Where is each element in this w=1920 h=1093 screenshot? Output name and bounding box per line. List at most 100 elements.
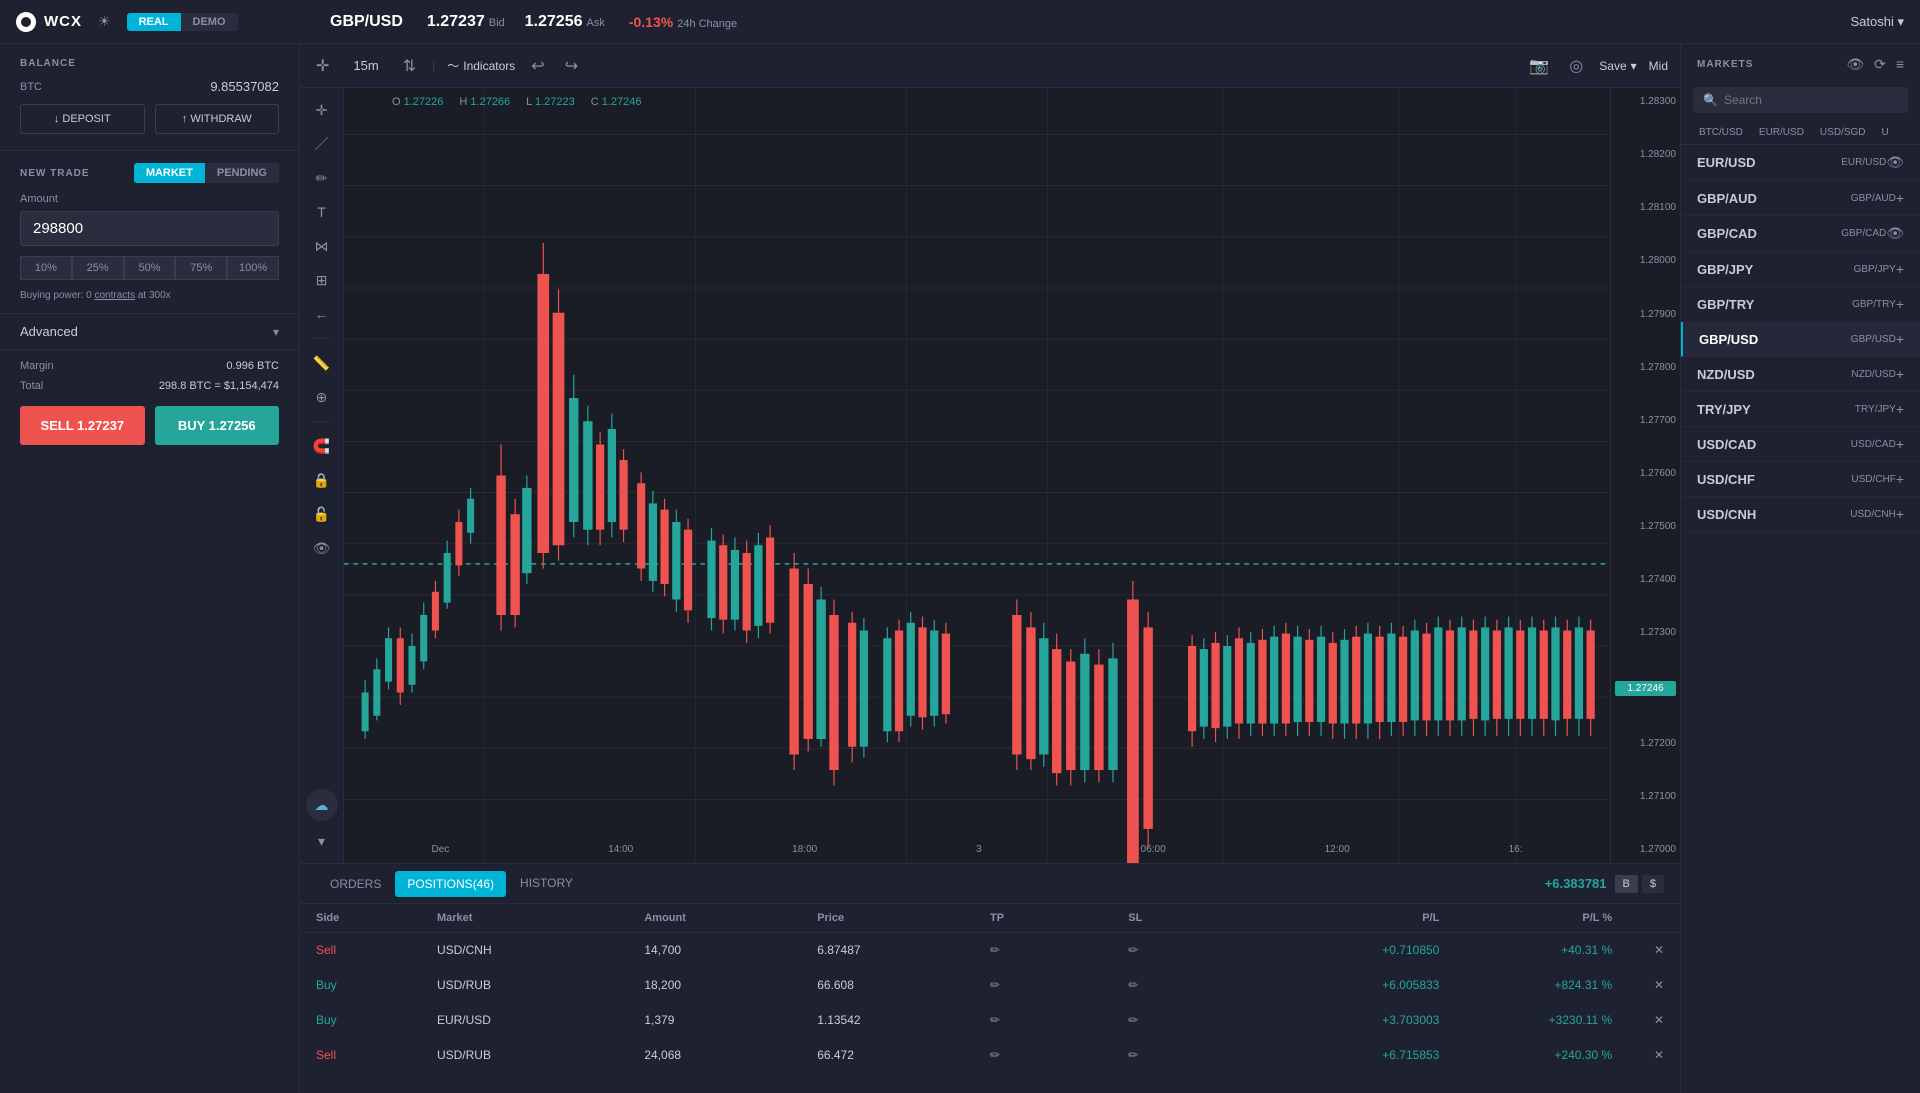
logo-icon	[16, 12, 36, 32]
cloud-tool[interactable]: ☁	[306, 789, 338, 821]
quick-tab-eurusd[interactable]: EUR/USD	[1753, 125, 1810, 140]
chevron-down-chart[interactable]: ▾	[308, 827, 336, 855]
pct-buttons: 10% 25% 50% 75% 100%	[0, 256, 299, 290]
zoom-tool[interactable]: ⊕	[308, 383, 336, 411]
position-amount: 18,200	[644, 978, 817, 992]
market-item-gbptry[interactable]: GBP/TRY GBP/TRY +	[1681, 287, 1920, 322]
arrow-tool[interactable]: ←	[308, 300, 336, 328]
list-icon[interactable]: ≡	[1896, 56, 1904, 73]
lock-open-tool[interactable]: 🔓	[308, 500, 336, 528]
market-item-usdcnh[interactable]: USD/CNH USD/CNH +	[1681, 497, 1920, 532]
real-mode-button[interactable]: REAL	[127, 13, 181, 31]
add-icon[interactable]: +	[1896, 366, 1904, 382]
add-icon[interactable]: +	[1896, 471, 1904, 487]
add-icon[interactable]: +	[1896, 506, 1904, 522]
market-item-tryjpy[interactable]: TRY/JPY TRY/JPY +	[1681, 392, 1920, 427]
sell-button[interactable]: SELL 1.27237	[20, 406, 145, 445]
withdraw-button[interactable]: ↑ WITHDRAW	[155, 104, 280, 134]
quick-tab-usdsgd[interactable]: USD/SGD	[1814, 125, 1872, 140]
fib-tool[interactable]: ⋈	[308, 232, 336, 260]
add-icon[interactable]: +	[1896, 436, 1904, 452]
buy-button[interactable]: BUY 1.27256	[155, 406, 280, 445]
demo-mode-button[interactable]: DEMO	[181, 13, 238, 31]
col-header-side: Side	[316, 912, 437, 924]
amount-input[interactable]: 298800	[20, 211, 279, 246]
pct-10-button[interactable]: 10%	[20, 256, 72, 280]
position-tp: ✏	[990, 943, 1128, 957]
refresh-icon[interactable]: ⟳	[1874, 56, 1886, 73]
position-close[interactable]: ✕	[1612, 943, 1664, 957]
target-icon[interactable]: ◎	[1565, 52, 1587, 80]
position-close[interactable]: ✕	[1612, 978, 1664, 992]
instrument-name: GBP/USD	[330, 13, 403, 31]
cursor-tool[interactable]: ✛	[308, 96, 336, 124]
add-icon[interactable]: +	[1896, 331, 1904, 347]
col-header-price: Price	[817, 912, 990, 924]
visibility-icon[interactable]: 👁	[1886, 154, 1904, 171]
market-button[interactable]: MARKET	[134, 163, 205, 183]
user-menu[interactable]: Satoshi ▾	[1851, 14, 1905, 30]
pct-25-button[interactable]: 25%	[72, 256, 124, 280]
add-icon[interactable]: +	[1896, 190, 1904, 206]
add-icon[interactable]: +	[1896, 261, 1904, 277]
text-tool[interactable]: T	[308, 198, 336, 226]
add-icon[interactable]: +	[1896, 401, 1904, 417]
bottom-panel: ORDERS POSITIONS(46) HISTORY +6.383781 B…	[300, 863, 1680, 1093]
position-pl-pct: +240.30 %	[1439, 1048, 1612, 1062]
indicators-button[interactable]: 〜 Indicators	[447, 57, 515, 74]
market-item-usdchf[interactable]: USD/CHF USD/CHF +	[1681, 462, 1920, 497]
ruler-tool[interactable]: 📏	[308, 349, 336, 377]
s-button[interactable]: $	[1642, 875, 1664, 893]
timeframe-button[interactable]: 15m	[345, 54, 386, 77]
eye-icon[interactable]: 👁	[1846, 56, 1864, 73]
market-item-gbpaud[interactable]: GBP/AUD GBP/AUD +	[1681, 181, 1920, 216]
pct-50-button[interactable]: 50%	[124, 256, 176, 280]
b-button[interactable]: B	[1615, 875, 1638, 893]
mid-button[interactable]: Mid	[1649, 59, 1668, 73]
compare-icon[interactable]: ⇅	[399, 52, 420, 80]
market-item-gbpjpy[interactable]: GBP/JPY GBP/JPY +	[1681, 252, 1920, 287]
market-item-usdcad[interactable]: USD/CAD USD/CAD +	[1681, 427, 1920, 462]
undo-icon[interactable]: ↩	[527, 52, 548, 80]
save-button[interactable]: Save ▾	[1599, 59, 1636, 73]
quick-tab-u[interactable]: U	[1875, 125, 1894, 140]
market-item-gbpcad[interactable]: GBP/CAD GBP/CAD 👁	[1681, 216, 1920, 252]
tab-orders[interactable]: ORDERS	[316, 867, 395, 901]
pct-100-button[interactable]: 100%	[227, 256, 279, 280]
total-row: Total 298.8 BTC = $1,154,474	[0, 376, 299, 406]
search-input[interactable]	[1724, 93, 1898, 107]
market-item-nzdusd[interactable]: NZD/USD NZD/USD +	[1681, 357, 1920, 392]
trend-tool[interactable]: ／	[308, 130, 336, 158]
crosshair-icon[interactable]: ✛	[312, 52, 333, 80]
pending-button[interactable]: PENDING	[205, 163, 279, 183]
measure-tool[interactable]: ⊞	[308, 266, 336, 294]
visibility-icon[interactable]: 👁	[1886, 225, 1904, 242]
tab-positions[interactable]: POSITIONS(46)	[395, 871, 506, 897]
market-item-gbpusd[interactable]: GBP/USD GBP/USD +	[1681, 322, 1920, 357]
add-icon[interactable]: +	[1896, 296, 1904, 312]
eye-tool[interactable]: 👁	[308, 534, 336, 562]
magnet-tool[interactable]: 🧲	[308, 432, 336, 460]
camera-icon[interactable]: 📷	[1525, 52, 1553, 80]
deposit-button[interactable]: ↓ DEPOSIT	[20, 104, 145, 134]
position-price: 66.608	[817, 978, 990, 992]
position-side: Sell	[316, 1048, 437, 1062]
chart-main[interactable]: O 1.27226 H 1.27266 L 1.27223 C 1.27246	[344, 88, 1610, 863]
amount-label: Amount	[0, 193, 299, 211]
lock-tool[interactable]: 🔒	[308, 466, 336, 494]
position-close[interactable]: ✕	[1612, 1013, 1664, 1027]
margin-value: 0.996 BTC	[226, 360, 279, 372]
position-close[interactable]: ✕	[1612, 1048, 1664, 1062]
tab-history[interactable]: HISTORY	[506, 866, 587, 902]
theme-icon[interactable]: ☀	[98, 13, 111, 30]
bid-ask: 1.27237Bid 1.27256Ask	[427, 13, 605, 31]
pct-75-button[interactable]: 75%	[175, 256, 227, 280]
position-market: USD/RUB	[437, 978, 644, 992]
markets-icons: 👁 ⟳ ≡	[1846, 56, 1904, 73]
redo-icon[interactable]: ↪	[561, 52, 582, 80]
position-pl: +6.005833	[1267, 978, 1440, 992]
advanced-row[interactable]: Advanced ▾	[0, 313, 299, 350]
market-item-eurusd[interactable]: EUR/USD EUR/USD 👁	[1681, 145, 1920, 181]
pencil-tool[interactable]: ✏	[308, 164, 336, 192]
quick-tab-btcusd[interactable]: BTC/USD	[1693, 125, 1749, 140]
